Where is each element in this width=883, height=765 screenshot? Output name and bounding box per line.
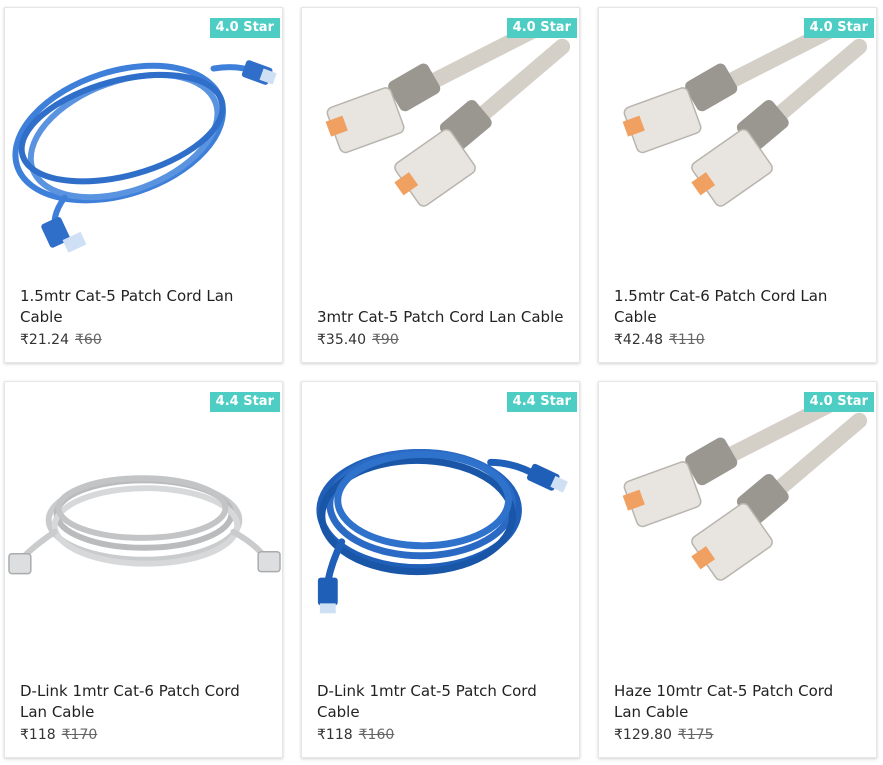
connector-shape [41, 60, 277, 253]
product-title[interactable]: D-Link 1mtr Cat-6 Patch Cord Lan Cable [20, 681, 270, 723]
product-title[interactable]: 1.5mtr Cat-5 Patch Cord Lan Cable [20, 286, 270, 328]
price-line: ₹118 ₹170 [20, 725, 270, 745]
price-line: ₹21.24 ₹60 [20, 330, 270, 350]
sale-price: ₹21.24 [20, 332, 69, 348]
original-price: ₹90 [372, 332, 399, 348]
product-info: 3mtr Cat-5 Patch Cord Lan Cable ₹35.40 ₹9… [317, 307, 567, 350]
product-grid: 4.0 Star 1.5mtr Cat-5 Patch Cord Lan Cab… [0, 0, 883, 765]
sale-price: ₹118 [20, 727, 56, 743]
sale-price: ₹42.48 [614, 332, 663, 348]
product-info: 1.5mtr Cat-5 Patch Cord Lan Cable ₹21.24… [20, 286, 270, 350]
product-image[interactable] [302, 8, 579, 278]
original-price: ₹175 [677, 727, 714, 743]
original-price: ₹160 [358, 727, 395, 743]
product-info: Haze 10mtr Cat-5 Patch Cord Lan Cable ₹1… [614, 681, 864, 745]
beige-cable-connectors-image [325, 18, 571, 207]
product-image[interactable] [599, 382, 876, 652]
product-image[interactable] [5, 8, 282, 278]
product-card[interactable]: 4.0 Star 1.5mtr Cat-5 Patch Cord Lan Cab… [4, 7, 283, 363]
product-title[interactable]: D-Link 1mtr Cat-5 Patch Cord Cable [317, 681, 567, 723]
rating-badge: 4.0 Star [506, 18, 577, 38]
price-line: ₹42.48 ₹110 [614, 330, 864, 350]
product-card[interactable]: 4.4 Star D-Link 1mtr Cat-6 Patch Cord La… [4, 381, 283, 758]
sale-price: ₹129.80 [614, 727, 672, 743]
product-title[interactable]: 3mtr Cat-5 Patch Cord Lan Cable [317, 307, 567, 328]
grey-coiled-cable-image [8, 475, 281, 575]
product-image[interactable] [5, 382, 282, 652]
original-price: ₹60 [75, 332, 102, 348]
product-card[interactable]: 4.4 Star D-Link 1mtr Cat-5 Patch Cord Ca… [301, 381, 580, 758]
original-price: ₹110 [669, 332, 705, 348]
rating-badge: 4.0 Star [803, 392, 874, 412]
product-card[interactable]: 4.0 Star [598, 7, 877, 363]
blue-coiled-cable-image [12, 60, 277, 253]
price-line: ₹129.80 ₹175 [614, 725, 864, 745]
product-title[interactable]: Haze 10mtr Cat-5 Patch Cord Lan Cable [614, 681, 864, 723]
product-card[interactable]: 4.0 Star [301, 7, 580, 363]
product-info: 1.5mtr Cat-6 Patch Cord Lan Cable ₹42.48… [614, 286, 864, 350]
rating-badge: 4.4 Star [506, 392, 577, 412]
original-price: ₹170 [61, 727, 98, 743]
product-info: D-Link 1mtr Cat-5 Patch Cord Cable ₹118 ₹… [317, 681, 567, 745]
rating-badge: 4.4 Star [209, 392, 280, 412]
sale-price: ₹118 [317, 727, 353, 743]
rating-badge: 4.0 Star [803, 18, 874, 38]
beige-cable-connectors-image [622, 392, 868, 581]
price-line: ₹35.40 ₹90 [317, 330, 567, 350]
blue-coiled-cable-image [316, 448, 568, 614]
sale-price: ₹35.40 [317, 332, 366, 348]
beige-cable-connectors-image [622, 18, 868, 207]
price-line: ₹118 ₹160 [317, 725, 567, 745]
product-image[interactable] [599, 8, 876, 278]
product-card[interactable]: 4.0 Star [598, 381, 877, 758]
product-title[interactable]: 1.5mtr Cat-6 Patch Cord Lan Cable [614, 286, 864, 328]
rating-badge: 4.0 Star [209, 18, 280, 38]
product-image[interactable] [302, 382, 579, 652]
product-info: D-Link 1mtr Cat-6 Patch Cord Lan Cable ₹… [20, 681, 270, 745]
